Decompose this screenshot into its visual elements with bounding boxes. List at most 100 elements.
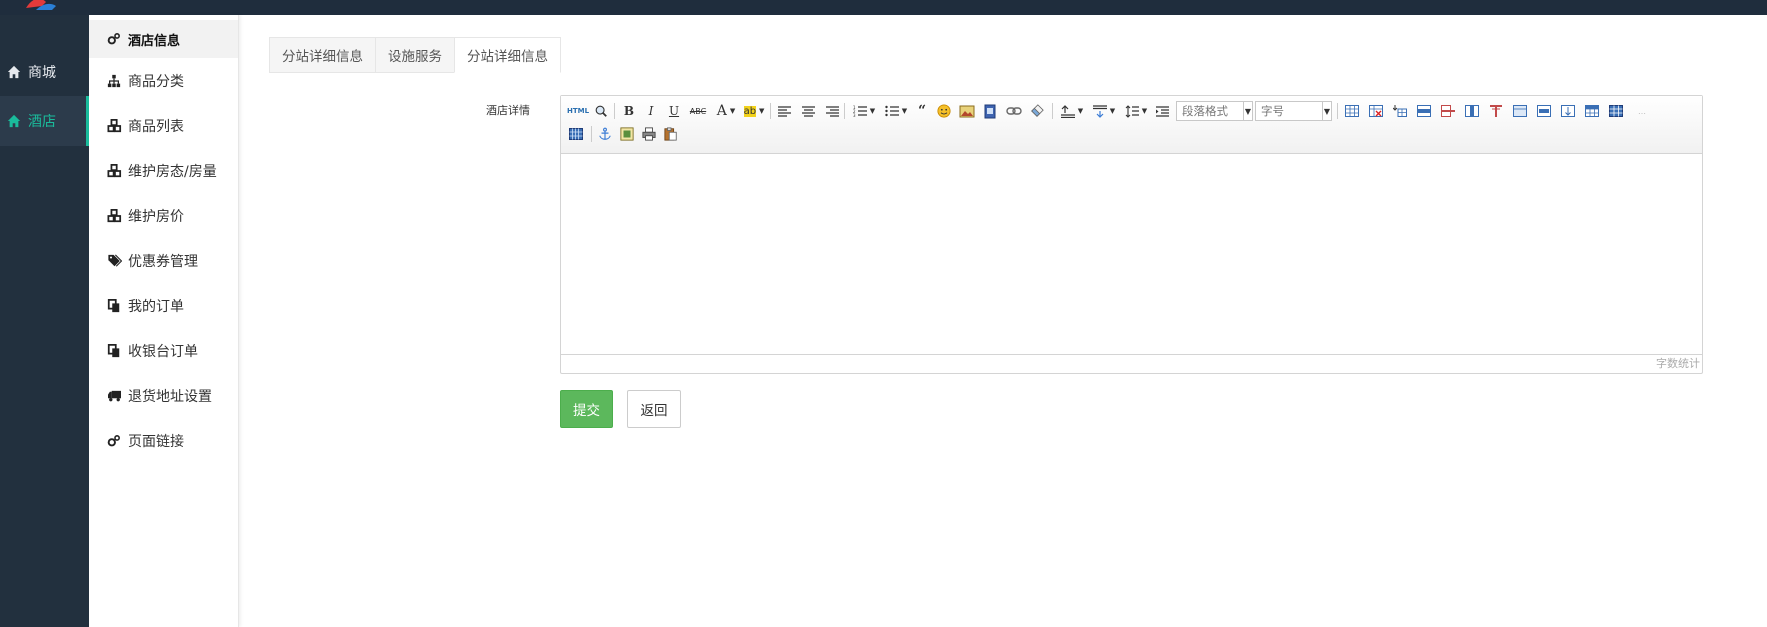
sub-nav-item-label: 维护房价 xyxy=(128,208,184,225)
tab-substation-detail-active[interactable]: 分站详细信息 xyxy=(454,37,561,73)
line-height-icon[interactable]: ▼ xyxy=(1122,102,1150,120)
sub-nav-item-product-list[interactable]: 商品列表 xyxy=(89,103,238,148)
eraser-icon[interactable] xyxy=(1027,102,1047,120)
sub-nav-item-label: 退货地址设置 xyxy=(128,388,212,405)
sub-nav-item-room-status[interactable]: 维护房态/房量 xyxy=(89,148,238,193)
sidebar-item-label: 酒店 xyxy=(28,114,56,130)
sub-sidebar-header[interactable]: 酒店信息 xyxy=(89,20,238,58)
sub-nav-item-label: 商品列表 xyxy=(128,118,184,135)
align-right-icon[interactable] xyxy=(824,102,840,120)
tags-icon xyxy=(106,253,122,269)
sub-nav-item-my-orders[interactable]: 我的订单 xyxy=(89,283,238,328)
word-count-status: 字数统计 xyxy=(561,354,1702,373)
font-size-select[interactable]: 字号 ▼ xyxy=(1255,101,1332,121)
link-icon[interactable] xyxy=(1004,102,1024,120)
emoticon-icon[interactable] xyxy=(935,102,953,120)
row-spacing-bottom-icon[interactable]: ▼ xyxy=(1090,102,1118,120)
preview-icon[interactable] xyxy=(592,102,610,120)
align-left-icon[interactable] xyxy=(776,102,792,120)
ordered-list-icon[interactable]: 1 2 3 ▼ xyxy=(850,102,878,120)
back-button[interactable]: 返回 xyxy=(627,390,681,428)
tab-substation-detail[interactable]: 分站详细信息 xyxy=(269,37,375,73)
sitemap-icon xyxy=(106,73,122,89)
sub-nav-item-room-price[interactable]: 维护房价 xyxy=(89,193,238,238)
unordered-list-icon[interactable]: ▼ xyxy=(882,102,910,120)
home-icon xyxy=(6,64,22,80)
more-icon[interactable]: … xyxy=(1633,102,1651,120)
hotel-detail-label: 酒店详情 xyxy=(486,104,530,117)
top-bar xyxy=(0,0,1767,15)
highlight-icon[interactable]: ab ▼ xyxy=(741,102,767,120)
insert-column-icon[interactable] xyxy=(1463,102,1481,120)
toolbar-separator xyxy=(614,103,615,119)
sub-nav-item-page-links[interactable]: 页面链接 xyxy=(89,418,238,463)
delete-row-icon[interactable] xyxy=(1439,102,1457,120)
chevron-down-icon: ▼ xyxy=(1322,102,1331,120)
sub-nav-item-coupons[interactable]: 优惠券管理 xyxy=(89,238,238,283)
split-cells-icon[interactable] xyxy=(1583,102,1601,120)
sub-nav-item-label: 商品分类 xyxy=(128,73,184,90)
bold-icon[interactable]: B xyxy=(621,102,637,120)
chart-icon[interactable] xyxy=(567,125,585,143)
anchor-icon[interactable] xyxy=(596,125,614,143)
merge-right-icon[interactable] xyxy=(1535,102,1553,120)
delete-table-icon[interactable] xyxy=(1367,102,1385,120)
truck-icon xyxy=(106,388,122,404)
sidebar-item-hotel[interactable]: 酒店 xyxy=(0,96,89,146)
italic-icon[interactable]: I xyxy=(643,102,659,120)
image-icon[interactable] xyxy=(957,102,977,120)
insert-table-icon[interactable] xyxy=(1343,102,1361,120)
cubes-icon xyxy=(106,118,122,134)
sub-sidebar-header-label: 酒店信息 xyxy=(128,33,181,49)
cubes-icon xyxy=(106,163,122,179)
paragraph-format-select[interactable]: 段落格式 ▼ xyxy=(1176,101,1253,121)
home-icon xyxy=(6,113,22,129)
font-color-icon[interactable]: A ▼ xyxy=(713,102,739,120)
cogs-icon xyxy=(106,31,122,47)
font-size-value: 字号 xyxy=(1261,104,1284,118)
insert-frame-icon[interactable] xyxy=(618,125,636,143)
paragraph-format-value: 段落格式 xyxy=(1182,104,1228,118)
sub-nav-item-label: 页面链接 xyxy=(128,433,184,450)
split-to-rows-icon[interactable] xyxy=(1607,102,1625,120)
video-icon[interactable] xyxy=(981,102,999,120)
underline-icon[interactable]: U xyxy=(666,102,682,120)
tab-facilities[interactable]: 设施服务 xyxy=(375,37,454,73)
html-source-icon[interactable]: HTML xyxy=(567,102,589,120)
toolbar-separator xyxy=(1052,103,1053,119)
toolbar-separator xyxy=(844,103,845,119)
rich-text-editor: HTML B I U ABC A ▼ ab ▼ 1 2 3 ▼ ▼ “ ▼ ▼ … xyxy=(560,95,1703,374)
strikethrough-icon[interactable]: ABC xyxy=(687,102,709,120)
insert-paragraph-before-table-icon[interactable] xyxy=(1391,102,1409,120)
insert-row-icon[interactable] xyxy=(1415,102,1433,120)
indent-icon[interactable] xyxy=(1153,102,1171,120)
delete-column-icon[interactable] xyxy=(1487,102,1505,120)
print-icon[interactable] xyxy=(640,125,658,143)
copy-icon xyxy=(106,343,122,359)
sub-nav-item-label: 收银台订单 xyxy=(128,343,198,360)
sub-nav-item-return-address[interactable]: 退货地址设置 xyxy=(89,373,238,418)
editor-content-area[interactable] xyxy=(561,154,1702,355)
sub-nav-item-category[interactable]: 商品分类 xyxy=(89,58,238,103)
sub-nav-item-cashier-orders[interactable]: 收银台订单 xyxy=(89,328,238,373)
paste-plain-icon[interactable] xyxy=(662,125,680,143)
chevron-down-icon: ▼ xyxy=(1243,102,1252,120)
tab-bar: 分站详细信息 设施服务 分站详细信息 xyxy=(269,37,561,73)
row-spacing-top-icon[interactable]: ▼ xyxy=(1058,102,1086,120)
align-center-icon[interactable] xyxy=(800,102,816,120)
sub-nav-item-label: 优惠券管理 xyxy=(128,253,198,270)
merge-down-icon[interactable] xyxy=(1559,102,1577,120)
sidebar-item-mall[interactable]: 商城 xyxy=(0,47,89,97)
blockquote-icon[interactable]: “ xyxy=(914,102,930,120)
toolbar-separator xyxy=(1337,103,1338,119)
submit-button[interactable]: 提交 xyxy=(560,390,613,428)
cubes-icon xyxy=(106,208,122,224)
sub-nav-item-label: 维护房态/房量 xyxy=(128,163,217,180)
sub-sidebar: 酒店信息 商品分类 商品列表 维护房态/房量 维护房价 优惠券管理 我的订单 收… xyxy=(89,15,239,627)
main-sidebar: 商城 酒店 xyxy=(0,15,89,627)
editor-toolbar: HTML B I U ABC A ▼ ab ▼ 1 2 3 ▼ ▼ “ ▼ ▼ … xyxy=(561,96,1702,154)
cogs-icon xyxy=(106,433,122,449)
sidebar-item-label: 商城 xyxy=(28,65,56,81)
toolbar-separator xyxy=(591,126,592,142)
merge-cells-icon[interactable] xyxy=(1511,102,1529,120)
